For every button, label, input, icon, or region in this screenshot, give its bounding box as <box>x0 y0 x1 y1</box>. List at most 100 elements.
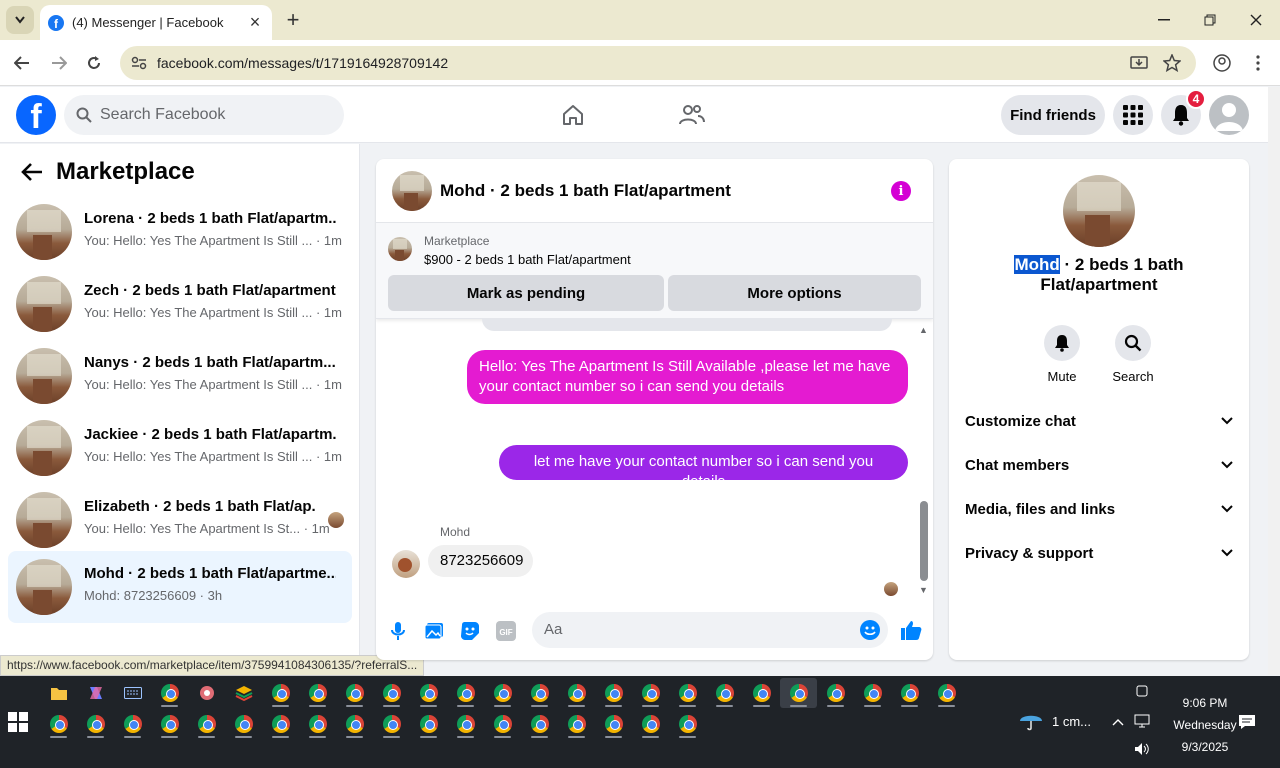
chrome-taskbar-button[interactable] <box>854 678 891 708</box>
close-window-button[interactable] <box>1233 0 1279 40</box>
gif-button[interactable]: GIF <box>495 620 517 642</box>
customize-chat-row[interactable]: Customize chat <box>965 403 1235 439</box>
chrome-taskbar-button[interactable] <box>780 678 817 708</box>
chrome-taskbar-button[interactable] <box>632 709 669 739</box>
media-files-links-row[interactable]: Media, files and links <box>965 491 1235 527</box>
scroll-up-icon[interactable]: ▲ <box>919 325 928 335</box>
app-taskbar-button[interactable] <box>225 678 262 708</box>
voice-clip-button[interactable] <box>387 620 409 642</box>
chrome-taskbar-button[interactable] <box>299 709 336 739</box>
browser-tab-messenger[interactable]: f (4) Messenger | Facebook × <box>40 5 272 40</box>
chrome-taskbar-button[interactable] <box>373 678 410 708</box>
page-scrollbar[interactable] <box>1268 87 1280 675</box>
more-options-button[interactable]: More options <box>668 275 921 311</box>
chrome-taskbar-button[interactable] <box>928 678 965 708</box>
profile-button[interactable] <box>1208 49 1236 77</box>
menu-button[interactable] <box>1113 95 1153 135</box>
conversation-avatar[interactable] <box>1063 175 1135 247</box>
restore-button[interactable] <box>1187 0 1233 40</box>
chrome-taskbar-button[interactable] <box>373 709 410 739</box>
chrome-taskbar-button[interactable] <box>151 678 188 708</box>
chrome-taskbar-button[interactable] <box>706 678 743 708</box>
back-button[interactable] <box>8 49 36 77</box>
chrome-taskbar-button[interactable] <box>558 709 595 739</box>
install-app-icon[interactable] <box>1128 52 1150 74</box>
chrome-taskbar-button[interactable] <box>891 678 928 708</box>
chrome-taskbar-button[interactable] <box>595 678 632 708</box>
chrome-taskbar-button[interactable] <box>188 709 225 739</box>
bookmark-star-icon[interactable] <box>1161 52 1183 74</box>
friends-nav-button[interactable] <box>676 99 708 131</box>
chrome-taskbar-button[interactable] <box>336 678 373 708</box>
conversation-item[interactable]: Zech · 2 beds 1 bath Flat/apartment You:… <box>8 268 352 340</box>
notification-center-icon[interactable] <box>1238 714 1256 733</box>
mute-button[interactable]: Mute <box>1032 325 1092 384</box>
chrome-taskbar-button[interactable] <box>77 709 114 739</box>
weather-widget[interactable]: 1 cm... <box>1018 710 1091 732</box>
chat-title[interactable]: Mohd · 2 beds 1 bath Flat/apartment <box>440 181 731 201</box>
emoji-icon[interactable] <box>860 620 880 640</box>
facebook-logo-icon[interactable]: f <box>16 95 56 135</box>
chrome-taskbar-button[interactable] <box>669 678 706 708</box>
mark-as-pending-button[interactable]: Mark as pending <box>388 275 664 311</box>
conversation-item[interactable]: Nanys · 2 beds 1 bath Flat/apartm... You… <box>8 340 352 412</box>
chat-avatar[interactable] <box>392 171 432 211</box>
start-button[interactable] <box>8 712 30 734</box>
chrome-taskbar-button[interactable] <box>743 678 780 708</box>
tab-search-dropdown[interactable] <box>6 6 34 34</box>
clock[interactable]: 9:06 PM Wednesday 9/3/2025 <box>1160 692 1250 758</box>
find-friends-button[interactable]: Find friends <box>1001 95 1105 135</box>
chrome-taskbar-button[interactable] <box>484 709 521 739</box>
like-button[interactable] <box>899 618 923 642</box>
chrome-taskbar-button[interactable] <box>521 709 558 739</box>
sender-avatar[interactable] <box>392 550 420 578</box>
facebook-search-input[interactable]: Search Facebook <box>64 95 344 135</box>
minimize-button[interactable] <box>1141 0 1187 40</box>
copilot-taskbar-button[interactable] <box>77 678 114 708</box>
message-input[interactable]: Aa <box>532 612 888 648</box>
address-bar[interactable]: facebook.com/messages/t/1719164928709142 <box>120 46 1196 80</box>
chrome-taskbar-button[interactable] <box>558 678 595 708</box>
privacy-support-row[interactable]: Privacy & support <box>965 535 1235 571</box>
info-icon[interactable]: i <box>891 181 911 201</box>
keyboard-taskbar-button[interactable] <box>114 678 151 708</box>
chrome-taskbar-button[interactable] <box>410 709 447 739</box>
chat-scrollbar[interactable]: ▲ ▼ <box>918 325 930 595</box>
conversation-item[interactable]: Jackiee · 2 beds 1 bath Flat/apartm... Y… <box>8 412 352 484</box>
meet-now-icon[interactable] <box>1136 684 1148 701</box>
new-tab-button[interactable]: + <box>282 7 304 33</box>
account-avatar[interactable] <box>1209 95 1249 135</box>
network-icon[interactable] <box>1134 714 1150 731</box>
home-nav-button[interactable] <box>557 99 589 131</box>
chrome-taskbar-button[interactable] <box>595 709 632 739</box>
chrome-taskbar-button[interactable] <box>299 678 336 708</box>
volume-icon[interactable] <box>1134 742 1150 759</box>
chrome-taskbar-button[interactable] <box>114 709 151 739</box>
chrome-taskbar-button[interactable] <box>40 709 77 739</box>
chrome-taskbar-button[interactable] <box>447 709 484 739</box>
chrome-taskbar-button[interactable] <box>484 678 521 708</box>
search-conversation-button[interactable]: Search <box>1103 325 1163 384</box>
chrome-taskbar-button[interactable] <box>447 678 484 708</box>
chrome-taskbar-button[interactable] <box>521 678 558 708</box>
site-info-icon[interactable] <box>128 52 150 74</box>
chrome-taskbar-button[interactable] <box>262 678 299 708</box>
sticker-button[interactable] <box>459 620 481 642</box>
listing-thumbnail[interactable] <box>388 237 412 261</box>
chrome-taskbar-button[interactable] <box>632 678 669 708</box>
chrome-taskbar-button[interactable] <box>336 709 373 739</box>
chrome-taskbar-button[interactable] <box>151 709 188 739</box>
browser-menu-button[interactable] <box>1244 49 1272 77</box>
app-taskbar-button[interactable] <box>188 678 225 708</box>
conversation-item-active[interactable]: Mohd · 2 beds 1 bath Flat/apartme... Moh… <box>8 551 352 623</box>
conversation-item[interactable]: Lorena · 2 beds 1 bath Flat/apartm... Yo… <box>8 196 352 268</box>
chevron-up-icon[interactable] <box>1112 714 1124 729</box>
listing-price-title[interactable]: $900 - 2 beds 1 bath Flat/apartment <box>424 252 631 267</box>
forward-button[interactable] <box>45 49 73 77</box>
back-arrow-button[interactable] <box>20 160 44 184</box>
chrome-taskbar-button[interactable] <box>817 678 854 708</box>
conversation-item[interactable]: Elizabeth · 2 beds 1 bath Flat/ap... You… <box>8 484 352 556</box>
chrome-taskbar-button[interactable] <box>262 709 299 739</box>
reload-button[interactable] <box>80 49 108 77</box>
attach-photo-button[interactable] <box>423 620 445 642</box>
